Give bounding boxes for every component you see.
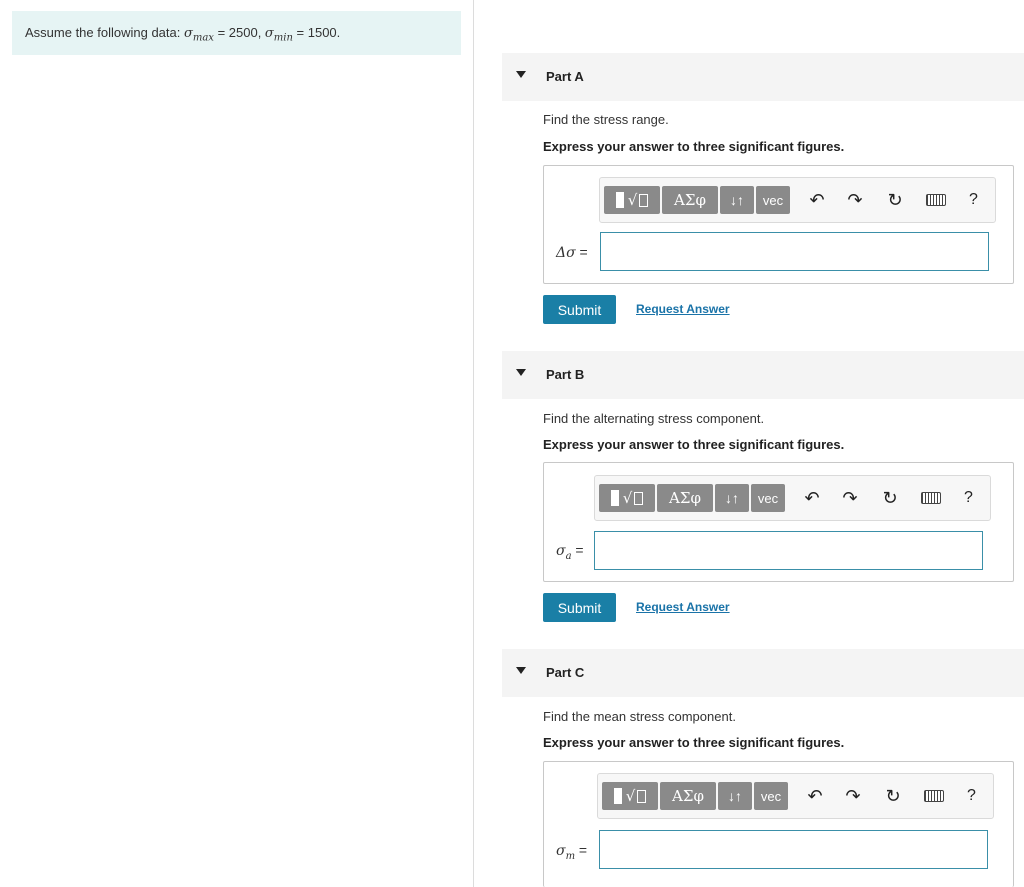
greek-symbols-button[interactable]: ΑΣφ [662, 186, 718, 214]
reset-icon[interactable]: ↻ [882, 786, 904, 806]
part-a-variable-label: Δσ = [556, 244, 588, 261]
part-a-submit-button[interactable]: Submit [543, 295, 616, 324]
redo-icon[interactable]: ↷ [839, 488, 861, 508]
part-c-header[interactable]: Part C [502, 649, 1024, 697]
greek-symbols-button[interactable]: ΑΣφ [660, 782, 716, 810]
help-button[interactable]: ? [969, 191, 978, 209]
part-c-variable-label: σm = [556, 842, 588, 862]
arrows-button[interactable]: ↓↑ [720, 186, 754, 214]
undo-icon[interactable]: ↶ [804, 786, 826, 806]
part-b-question: Find the alternating stress component. [543, 411, 765, 426]
part-b-header[interactable]: Part B [502, 351, 1024, 399]
part-b-title: Part B [546, 367, 585, 382]
keyboard-icon[interactable] [926, 194, 946, 206]
arrows-button[interactable]: ↓↑ [718, 782, 752, 810]
keyboard-icon[interactable] [921, 492, 941, 504]
sigma-min-symbol: σmin [264, 26, 293, 44]
templates-sqrt-icon[interactable]: √ [604, 186, 660, 214]
undo-icon[interactable]: ↶ [801, 488, 823, 508]
collapse-caret-icon[interactable] [516, 369, 526, 376]
given-data-box: Assume the following data: σmax = 2500, … [12, 11, 461, 55]
sigma-max-value: = 2500, [213, 25, 265, 40]
part-a-header[interactable]: Part A [502, 53, 1024, 101]
part-b-instruction: Express your answer to three significant… [543, 437, 845, 452]
templates-sqrt-icon[interactable]: √ [599, 484, 655, 512]
part-b-answer-input[interactable] [594, 531, 983, 570]
vec-button[interactable]: vec [754, 782, 788, 810]
part-b-request-answer-link[interactable]: Request Answer [636, 600, 730, 614]
part-b-variable-label: σa = [556, 542, 584, 562]
part-a-answer-box: √ ΑΣφ ↓↑ vec ↶ ↷ ↻ ? Δσ = [543, 165, 1014, 284]
part-a-request-answer-link[interactable]: Request Answer [636, 302, 730, 316]
part-c-question: Find the mean stress component. [543, 709, 736, 724]
sigma-min-value: = 1500. [292, 25, 341, 40]
left-panel: Assume the following data: σmax = 2500, … [0, 0, 474, 887]
arrows-button[interactable]: ↓↑ [715, 484, 749, 512]
templates-sqrt-icon[interactable]: √ [602, 782, 658, 810]
part-c-instruction: Express your answer to three significant… [543, 735, 845, 750]
redo-icon[interactable]: ↷ [842, 786, 864, 806]
math-toolbar: √ ΑΣφ ↓↑ vec ↶ ↷ ↻ ? [597, 773, 994, 819]
undo-icon[interactable]: ↶ [806, 190, 828, 210]
part-a-instruction: Express your answer to three significant… [543, 139, 845, 154]
math-toolbar: √ ΑΣφ ↓↑ vec ↶ ↷ ↻ ? [599, 177, 996, 223]
part-a-title: Part A [546, 69, 584, 84]
sigma-max-symbol: σmax [183, 26, 214, 44]
help-button[interactable]: ? [964, 489, 973, 507]
vec-button[interactable]: vec [751, 484, 785, 512]
math-toolbar: √ ΑΣφ ↓↑ vec ↶ ↷ ↻ ? [594, 475, 991, 521]
greek-symbols-button[interactable]: ΑΣφ [657, 484, 713, 512]
vec-button[interactable]: vec [756, 186, 790, 214]
part-b-submit-button[interactable]: Submit [543, 593, 616, 622]
part-a-answer-input[interactable] [600, 232, 989, 271]
part-c-title: Part C [546, 665, 585, 680]
collapse-caret-icon[interactable] [516, 71, 526, 78]
part-b-answer-box: √ ΑΣφ ↓↑ vec ↶ ↷ ↻ ? σa = [543, 462, 1014, 582]
collapse-caret-icon[interactable] [516, 667, 526, 674]
part-c-answer-input[interactable] [599, 830, 988, 869]
reset-icon[interactable]: ↻ [879, 488, 901, 508]
given-data-prefix: Assume the following data: [25, 25, 184, 40]
keyboard-icon[interactable] [924, 790, 944, 802]
part-a-question: Find the stress range. [543, 112, 669, 127]
part-c-answer-box: √ ΑΣφ ↓↑ vec ↶ ↷ ↻ ? σm = [543, 761, 1014, 887]
redo-icon[interactable]: ↷ [844, 190, 866, 210]
help-button[interactable]: ? [967, 787, 976, 805]
reset-icon[interactable]: ↻ [884, 190, 906, 210]
